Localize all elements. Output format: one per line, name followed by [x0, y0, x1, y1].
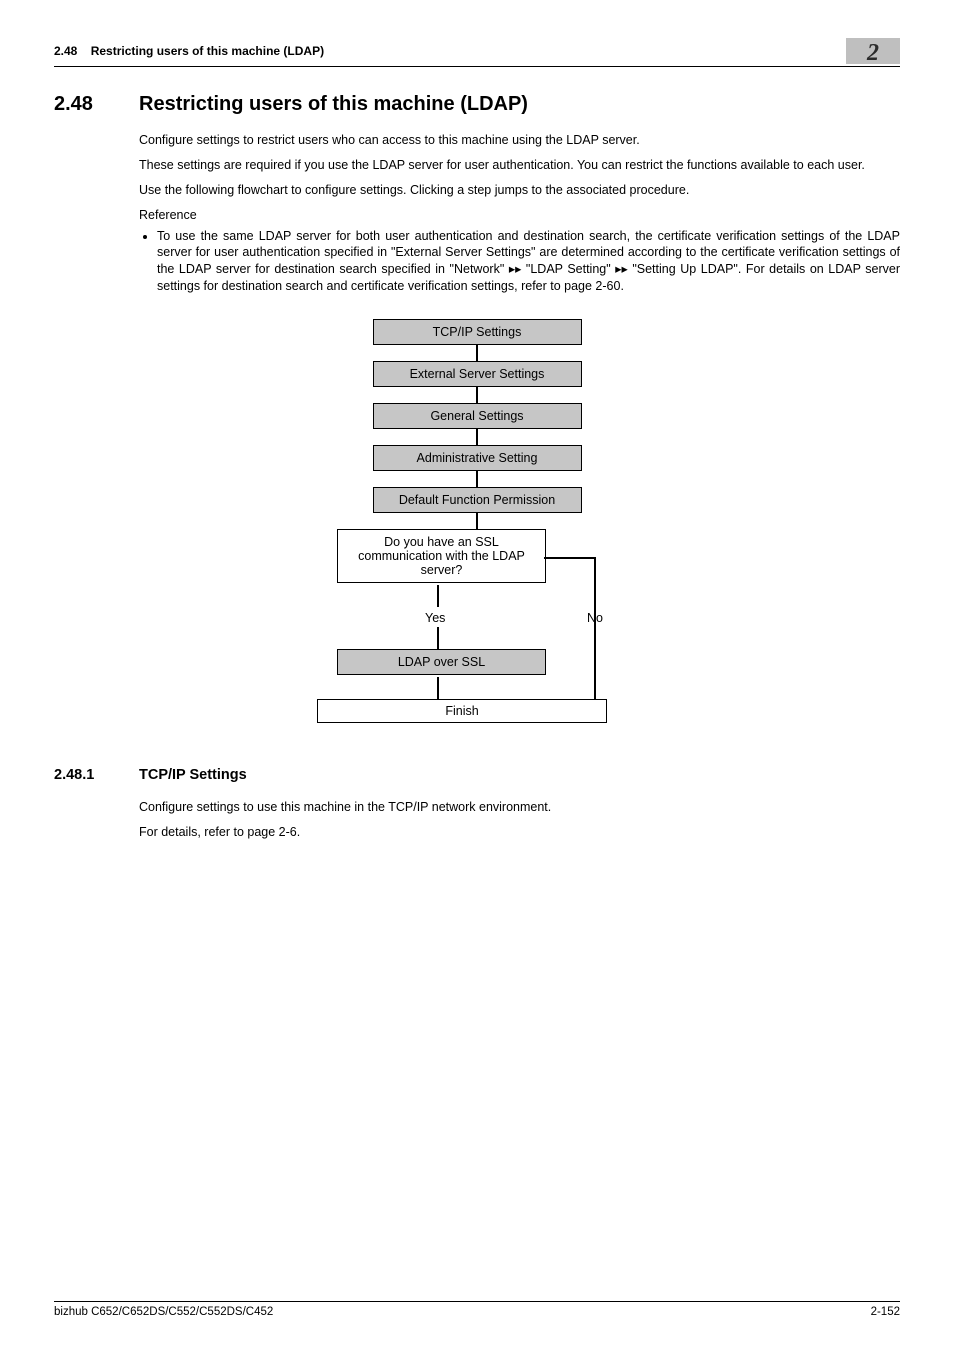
section-title: Restricting users of this machine (LDAP)	[139, 93, 528, 116]
footer-page: 2-152	[871, 1306, 900, 1318]
subsection-number: 2.48.1	[54, 767, 109, 783]
reference-list: To use the same LDAP server for both use…	[139, 228, 900, 296]
flow-connector	[476, 387, 478, 403]
subsection-body: Configure settings to use this machine i…	[139, 791, 900, 849]
header-left: 2.48 Restricting users of this machine (…	[54, 44, 324, 58]
flow-connector	[476, 345, 478, 361]
flow-decision-wrap: Do you have an SSL communication with th…	[317, 529, 637, 729]
flow-node-ldap-ssl[interactable]: LDAP over SSL	[337, 649, 546, 675]
flow-connector	[476, 429, 478, 445]
flow-node-default-permission[interactable]: Default Function Permission	[373, 487, 582, 513]
flow-connector	[437, 627, 439, 649]
flow-node-tcpip[interactable]: TCP/IP Settings	[373, 319, 582, 345]
reference-label: Reference	[139, 207, 900, 224]
section-number: 2.48	[54, 93, 109, 116]
flow-connector	[437, 585, 439, 607]
header-section-name: Restricting users of this machine (LDAP)	[91, 44, 324, 58]
footer-model: bizhub C652/C652DS/C552/C552DS/C452	[54, 1306, 273, 1318]
flow-connector	[476, 513, 478, 529]
flow-decision-ssl: Do you have an SSL communication with th…	[337, 529, 546, 583]
flow-connector	[476, 471, 478, 487]
page-footer: bizhub C652/C652DS/C552/C552DS/C452 2-15…	[54, 1301, 900, 1318]
flow-connector	[544, 557, 594, 559]
section-para-1: Configure settings to restrict users who…	[139, 132, 900, 149]
section-heading: 2.48 Restricting users of this machine (…	[54, 93, 900, 116]
flow-node-finish: Finish	[317, 699, 607, 723]
section-body: Configure settings to restrict users who…	[139, 124, 900, 301]
flow-label-yes: Yes	[425, 611, 445, 625]
flow-connector	[437, 677, 439, 699]
section-para-2: These settings are required if you use t…	[139, 157, 900, 174]
chapter-indicator: 2	[846, 38, 900, 64]
flow-node-general-settings[interactable]: General Settings	[373, 403, 582, 429]
flowchart: TCP/IP Settings External Server Settings…	[297, 319, 657, 729]
subsection-heading: 2.48.1 TCP/IP Settings	[54, 767, 900, 783]
header-section-ref: 2.48	[54, 44, 77, 58]
flow-label-no: No	[587, 611, 603, 625]
section-para-3: Use the following flowchart to configure…	[139, 182, 900, 199]
subsection-para-1: Configure settings to use this machine i…	[139, 799, 900, 816]
subsection-para-2: For details, refer to page 2-6.	[139, 824, 900, 841]
subsection-title: TCP/IP Settings	[139, 767, 247, 783]
flow-connector	[594, 557, 596, 713]
page-header: 2.48 Restricting users of this machine (…	[54, 38, 900, 67]
flow-node-external-server[interactable]: External Server Settings	[373, 361, 582, 387]
reference-bullet: To use the same LDAP server for both use…	[157, 228, 900, 296]
flow-node-admin-setting[interactable]: Administrative Setting	[373, 445, 582, 471]
